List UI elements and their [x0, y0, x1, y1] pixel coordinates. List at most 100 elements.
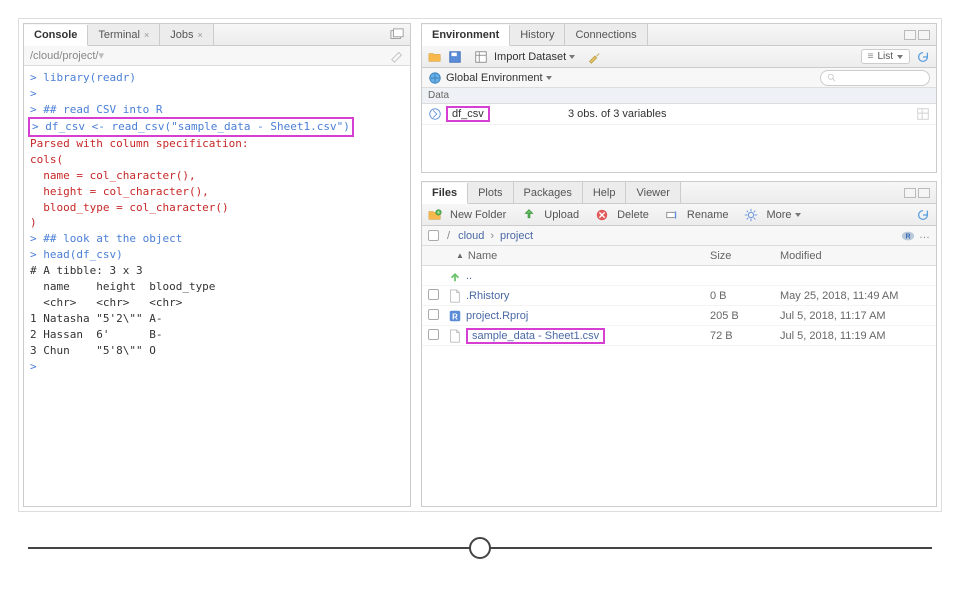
import-dataset-icon[interactable]	[474, 50, 488, 64]
file-row[interactable]: sample_data - Sheet1.csv72 BJul 5, 2018,…	[422, 326, 936, 346]
view-mode-list[interactable]: ≡List	[861, 49, 910, 64]
pane-controls[interactable]	[904, 30, 930, 40]
tab-history[interactable]: History	[510, 24, 565, 45]
file-name[interactable]: project.Rproj	[466, 310, 710, 322]
breadcrumb-segment[interactable]: project	[500, 230, 533, 242]
console-body[interactable]: > library(readr)>> ## read CSV into R> d…	[24, 66, 410, 506]
env-search[interactable]	[820, 70, 930, 86]
breadcrumb-segment[interactable]: cloud	[458, 230, 484, 242]
new-folder-icon[interactable]: +	[428, 208, 442, 222]
tab-environment[interactable]: Environment	[422, 25, 510, 46]
console-tabbar: Console Terminal× Jobs×	[24, 24, 410, 46]
files-toolbar: + New Folder Upload Delete Rename More	[422, 204, 936, 226]
env-var-name: df_csv	[452, 108, 484, 120]
delete-icon[interactable]	[595, 208, 609, 222]
env-tabbar: Environment History Connections	[422, 24, 936, 46]
file-size: 72 B	[710, 330, 780, 342]
file-name[interactable]: ..	[466, 270, 710, 282]
globe-icon	[428, 71, 442, 85]
upload-icon[interactable]	[522, 208, 536, 222]
tab-console[interactable]: Console	[24, 25, 88, 46]
env-scope-bar: Global Environment	[422, 68, 936, 88]
delete-button[interactable]: Delete	[617, 209, 649, 221]
expand-icon[interactable]	[428, 107, 442, 121]
select-all-checkbox[interactable]	[428, 230, 439, 241]
env-toolbar: Import Dataset ≡List	[422, 46, 936, 68]
tab-jobs[interactable]: Jobs×	[160, 24, 214, 45]
new-folder-button[interactable]: New Folder	[450, 209, 506, 221]
console-line: Parsed with column specification:	[30, 136, 404, 152]
tab-files[interactable]: Files	[422, 183, 468, 204]
files-tabbar: Files Plots Packages Help Viewer	[422, 182, 936, 204]
gear-icon[interactable]	[744, 208, 758, 222]
file-name[interactable]: sample_data - Sheet1.csv	[466, 328, 710, 344]
file-type-icon	[448, 329, 462, 343]
grid-icon[interactable]	[916, 107, 930, 121]
broom-icon[interactable]	[587, 50, 601, 64]
file-modified: Jul 5, 2018, 11:17 AM	[780, 310, 930, 322]
pane-controls[interactable]	[904, 188, 930, 198]
load-workspace-icon[interactable]	[428, 50, 442, 64]
files-list: ...Rhistory0 BMay 25, 2018, 11:49 AMRpro…	[422, 266, 936, 506]
decorative-divider	[28, 536, 932, 560]
rename-button[interactable]: Rename	[687, 209, 729, 221]
close-icon[interactable]: ×	[144, 30, 149, 40]
svg-text:R: R	[452, 312, 458, 321]
env-variable-row[interactable]: df_csv 3 obs. of 3 variables	[422, 104, 936, 125]
file-row[interactable]: Rproject.Rproj205 BJul 5, 2018, 11:17 AM	[422, 306, 936, 326]
col-size[interactable]: Size	[710, 250, 780, 262]
file-type-icon	[448, 289, 462, 303]
console-line: >	[30, 359, 404, 375]
rename-icon[interactable]	[665, 208, 679, 222]
env-var-desc: 3 obs. of 3 variables	[568, 108, 916, 120]
console-line: >	[30, 86, 404, 102]
close-icon[interactable]: ×	[198, 30, 203, 40]
more-button[interactable]: More	[766, 209, 800, 221]
env-body: Data df_csv 3 obs. of 3 variables	[422, 88, 936, 172]
file-name[interactable]: .Rhistory	[466, 290, 710, 302]
tab-viewer[interactable]: Viewer	[626, 182, 680, 203]
ide-window: Console Terminal× Jobs× /cloud/project/ …	[18, 18, 942, 512]
col-name[interactable]: ▲Name	[428, 250, 710, 262]
file-row[interactable]: .Rhistory0 BMay 25, 2018, 11:49 AM	[422, 286, 936, 306]
clear-console-icon[interactable]	[390, 49, 404, 63]
svg-text:R: R	[905, 233, 910, 240]
svg-text:+: +	[437, 210, 440, 215]
col-modified[interactable]: Modified	[780, 250, 930, 262]
env-scope-label[interactable]: Global Environment	[446, 72, 552, 84]
refresh-icon[interactable]	[916, 50, 930, 64]
console-pane: Console Terminal× Jobs× /cloud/project/ …	[23, 23, 411, 507]
console-line: > df_csv <- read_csv("sample_data - Shee…	[30, 118, 404, 136]
files-column-headers: ▲Name Size Modified	[422, 246, 936, 266]
popout-icon[interactable]	[390, 28, 404, 42]
tab-connections[interactable]: Connections	[565, 24, 647, 45]
tab-plots[interactable]: Plots	[468, 182, 513, 203]
console-line: name = col_character(),	[30, 168, 404, 184]
console-line: cols(	[30, 152, 404, 168]
console-line: > library(readr)	[30, 70, 404, 86]
refresh-icon[interactable]	[916, 208, 930, 222]
file-type-icon: R	[448, 309, 462, 323]
env-section-data: Data	[422, 88, 936, 104]
files-breadcrumb: / cloud › project R …	[422, 226, 936, 246]
file-checkbox[interactable]	[428, 289, 439, 300]
file-row[interactable]: ..	[422, 266, 936, 286]
console-line: <chr> <chr> <chr>	[30, 295, 404, 311]
tab-terminal[interactable]: Terminal×	[88, 24, 160, 45]
tab-help[interactable]: Help	[583, 182, 627, 203]
import-dataset-button[interactable]: Import Dataset	[494, 51, 575, 63]
files-pane: Files Plots Packages Help Viewer + New F…	[421, 181, 937, 507]
upload-button[interactable]: Upload	[544, 209, 579, 221]
console-line: height = col_character(),	[30, 184, 404, 200]
file-modified: Jul 5, 2018, 11:19 AM	[780, 330, 930, 342]
tab-packages[interactable]: Packages	[514, 182, 583, 203]
file-modified: May 25, 2018, 11:49 AM	[780, 290, 930, 302]
console-line: )	[30, 215, 404, 231]
save-workspace-icon[interactable]	[448, 50, 462, 64]
console-line: # A tibble: 3 x 3	[30, 263, 404, 279]
r-icon[interactable]: R	[901, 229, 915, 243]
file-size: 205 B	[710, 310, 780, 322]
file-checkbox[interactable]	[428, 329, 439, 340]
file-checkbox[interactable]	[428, 309, 439, 320]
console-line: name height blood_type	[30, 279, 404, 295]
